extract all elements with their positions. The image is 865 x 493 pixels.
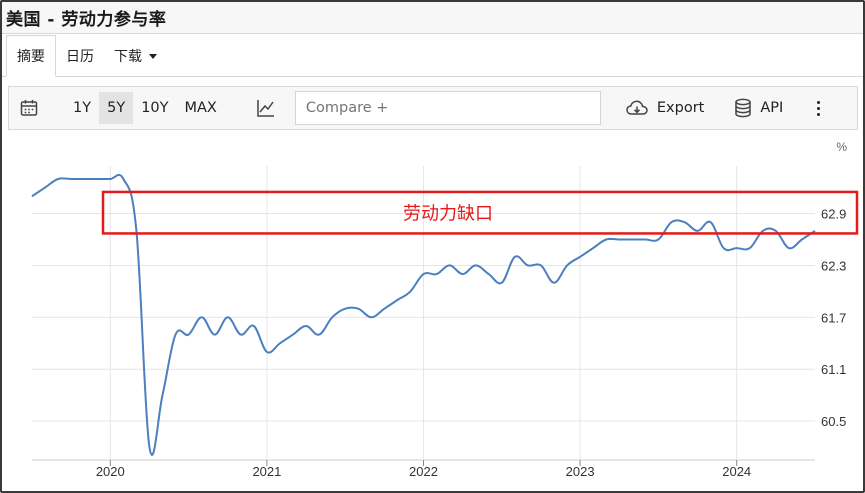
annotation-label: 劳动力缺口 [403,204,493,225]
x-tick-label: 2020 [96,464,125,479]
y-tick-label: 61.1 [821,362,846,377]
y-tick-label: 62.9 [821,207,846,222]
y-tick-label: 61.7 [821,310,846,325]
x-tick-label: 2022 [409,464,438,479]
y-tick-label: 60.5 [821,414,846,429]
chart-widget: 美国 - 劳动力参与率 摘要 日历 下载 1Y 5Y 10Y MAX Compa… [0,0,865,493]
line-chart: 60.5 61.1 61.7 62.3 62.9 2020 2021 2022 2023 2024… [31,140,859,479]
y-unit-label: % [836,140,847,154]
y-tick-label: 62.3 [821,258,846,273]
x-tick-label: 2021 [252,464,281,479]
x-tick-label: 2023 [566,464,595,479]
x-tick-label: 2024 [722,464,751,479]
